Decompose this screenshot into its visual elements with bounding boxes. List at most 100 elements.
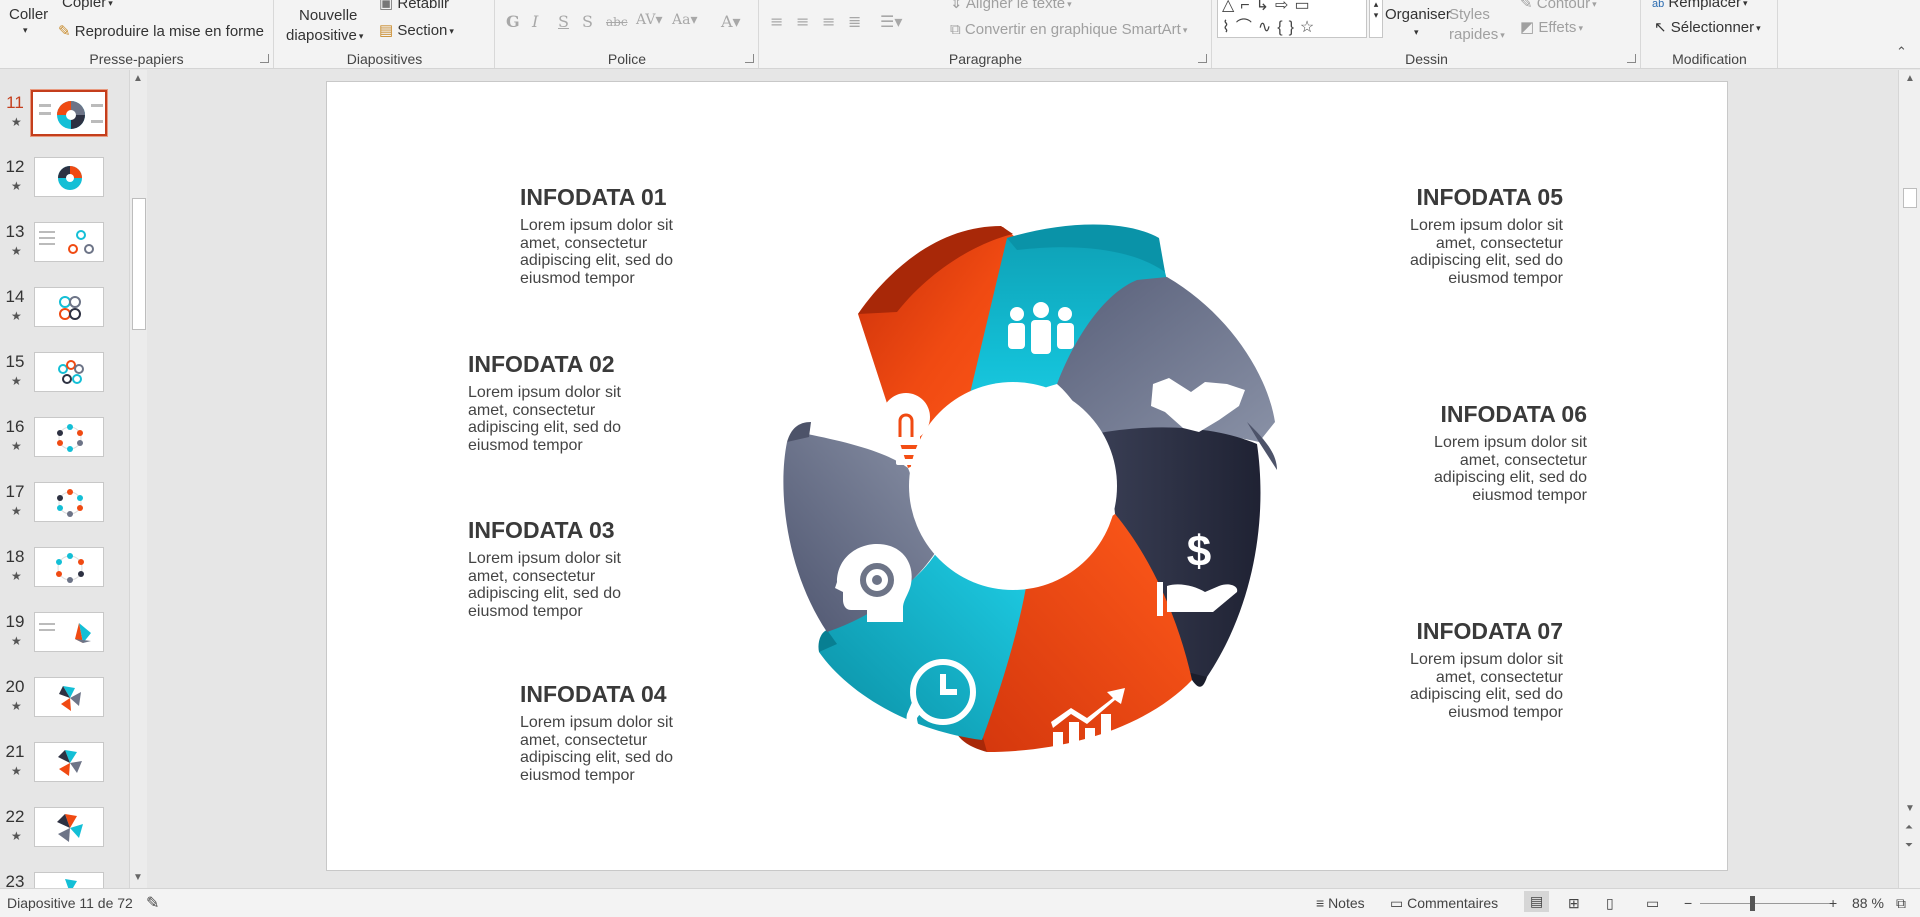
thumbnail-13[interactable]: 13 ★ (0, 222, 130, 272)
thumbnail-17[interactable]: 17 ★ (0, 482, 130, 532)
shadow-icon[interactable]: S (582, 12, 593, 31)
arrange-label[interactable]: Organiser (1385, 6, 1451, 23)
notes-button[interactable]: ≡ Notes (1316, 895, 1365, 911)
change-case-icon[interactable]: Aa▾ (672, 12, 697, 28)
comments-button[interactable]: ▭ Commentaires (1390, 895, 1498, 912)
scroll-down-icon[interactable]: ▼ (1905, 803, 1915, 814)
cursor-icon: ↖ (1654, 19, 1667, 36)
replace-button[interactable]: ab Remplacer ▾ (1652, 0, 1747, 11)
drawing-launcher-icon[interactable] (1627, 54, 1636, 63)
shapes-gallery[interactable]: △⌐↳⇨▭ ⌇⌒∿{}☆ (1217, 0, 1367, 38)
align-left-icon[interactable]: ≡ (770, 12, 783, 31)
copy-button[interactable]: Copier ▾ (62, 0, 113, 11)
scroll-up-icon[interactable]: ▲ (133, 73, 143, 84)
slide-thumbnail-panel: 11 ★ 12 ★ 13 ★ 14 ★ 15 ★ 16 ★ 17 ★ 18 ★ (0, 70, 150, 888)
thumbnail-scroll-handle[interactable] (132, 198, 146, 330)
star-icon: ★ (11, 699, 22, 713)
vertical-scroll-handle[interactable] (1903, 188, 1917, 208)
zoom-slider-thumb[interactable] (1750, 896, 1755, 911)
clipboard-launcher-icon[interactable] (260, 54, 269, 63)
slide[interactable]: INFODATA 01 Lorem ipsum dolor sit amet, … (326, 81, 1728, 871)
paste-dropdown-icon[interactable]: ▾ (23, 25, 28, 36)
justify-icon[interactable]: ≣ (848, 12, 861, 31)
thumbnail-preview (34, 677, 104, 717)
convert-smartart-button[interactable]: ⧉ Convertir en graphique SmartArt ▾ (950, 21, 1187, 38)
scroll-down-icon[interactable]: ▼ (133, 872, 143, 883)
strikethrough-icon[interactable]: abc (606, 15, 628, 29)
reading-view-icon[interactable]: ▯ (1606, 895, 1614, 912)
thumbnail-11[interactable]: 11 ★ (0, 89, 130, 143)
slide-sorter-icon[interactable]: ⊞ (1568, 895, 1580, 912)
effects-button[interactable]: ◩ Effets ▾ (1520, 18, 1583, 36)
scroll-up-icon[interactable]: ▲ (1905, 73, 1915, 84)
next-slide-icon[interactable]: ⏷ (1905, 840, 1913, 851)
normal-view-icon[interactable]: ▤ (1524, 891, 1550, 912)
align-center-icon[interactable]: ≡ (796, 12, 809, 31)
zoom-level[interactable]: 88 % (1852, 895, 1884, 911)
thumbnail-scrollbar[interactable]: ▲ ▼ (129, 70, 147, 888)
bold-icon[interactable]: G (506, 12, 520, 31)
zoom-out-icon[interactable]: − (1684, 895, 1692, 911)
zoom-in-icon[interactable]: + (1829, 895, 1837, 911)
font-color-icon[interactable]: A▾ (721, 12, 741, 31)
infodata-04-title: INFODATA 04 (520, 681, 667, 707)
shapes-more-icon[interactable]: ▴ ▾ (1369, 0, 1383, 38)
thumbnail-12[interactable]: 12 ★ (0, 157, 130, 207)
align-text-button[interactable]: ⇕ Aligner le texte ▾ (950, 0, 1072, 12)
thumbnail-19[interactable]: 19 ★ (0, 612, 130, 662)
underline-icon[interactable]: S (558, 12, 569, 31)
infodata-04-text: Lorem ipsum dolor sit amet, consectetur … (520, 714, 673, 784)
thumbnail-22[interactable]: 22 ★ (0, 807, 130, 857)
reset-button[interactable]: ▣ Rétablir (379, 0, 449, 12)
infodata-03-title: INFODATA 03 (468, 517, 615, 543)
vertical-scrollbar[interactable]: ▲ ▼ ⏶ ⏷ (1898, 70, 1920, 888)
format-painter-label: Reproduire la mise en forme (74, 23, 265, 40)
thumbnail-number: 23 (5, 872, 25, 888)
spacing-icon[interactable]: AV▾ (636, 12, 663, 28)
star-icon: ★ (11, 504, 22, 518)
font-group-label: Police (607, 51, 647, 67)
quick-styles-line1[interactable]: Styles (1449, 6, 1490, 23)
columns-icon[interactable]: ☰▾ (880, 12, 902, 31)
thumbnail-20[interactable]: 20 ★ (0, 677, 130, 727)
italic-icon[interactable]: I (532, 12, 538, 31)
format-painter-button[interactable]: ✎ Reproduire la mise en forme (58, 22, 264, 40)
new-slide-line1[interactable]: Nouvelle (299, 7, 357, 24)
thumbnail-21[interactable]: 21 ★ (0, 742, 130, 792)
slideshow-icon[interactable]: ▭ (1646, 895, 1659, 912)
thumbnail-number: 13 (5, 222, 25, 241)
thumbnail-18[interactable]: 18 ★ (0, 547, 130, 597)
thumbnail-16[interactable]: 16 ★ (0, 417, 130, 467)
fit-to-window-icon[interactable]: ⧉ (1896, 895, 1906, 912)
thumbnail-number: 11 (6, 93, 24, 112)
collapse-ribbon-icon[interactable]: ⌃ (1896, 44, 1907, 60)
spelling-check-icon[interactable]: ✎ (146, 893, 159, 913)
copy-label: Copier (62, 0, 107, 11)
quick-styles-button[interactable]: rapides ▾ (1449, 26, 1505, 43)
zoom-slider[interactable] (1700, 903, 1830, 904)
paste-button[interactable]: Coller (9, 6, 48, 23)
editing-group: ab Remplacer ▾ ↖ Sélectionner ▾ Modificati… (1642, 0, 1778, 68)
thumbnail-14[interactable]: 14 ★ (0, 287, 130, 337)
thumbnail-23[interactable]: 23 (0, 872, 130, 888)
align-right-icon[interactable]: ≡ (822, 12, 835, 31)
previous-slide-icon[interactable]: ⏶ (1905, 822, 1913, 833)
thumbnail-number: 22 (5, 807, 25, 826)
select-button[interactable]: ↖ Sélectionner ▾ (1654, 18, 1761, 36)
thumbnail-preview (34, 547, 104, 587)
editing-group-label: Modification (1672, 51, 1747, 67)
infodata-02-title: INFODATA 02 (468, 351, 615, 377)
star-icon: ★ (11, 634, 22, 648)
outline-button[interactable]: ✎ Contour ▾ (1520, 0, 1597, 12)
thumbnail-number: 17 (5, 482, 25, 501)
infodata-05-title: INFODATA 05 (1416, 184, 1563, 210)
new-slide-button[interactable]: diapositive ▾ (286, 27, 363, 44)
arrange-dropdown-icon[interactable]: ▾ (1414, 27, 1419, 38)
paragraph-launcher-icon[interactable] (1198, 54, 1207, 63)
slide-canvas: INFODATA 01 Lorem ipsum dolor sit amet, … (150, 70, 1896, 888)
star-icon: ★ (11, 829, 22, 843)
thumbnail-preview (34, 742, 104, 782)
thumbnail-15[interactable]: 15 ★ (0, 352, 130, 402)
section-button[interactable]: ▤ Section ▾ (379, 21, 454, 39)
font-launcher-icon[interactable] (745, 54, 754, 63)
